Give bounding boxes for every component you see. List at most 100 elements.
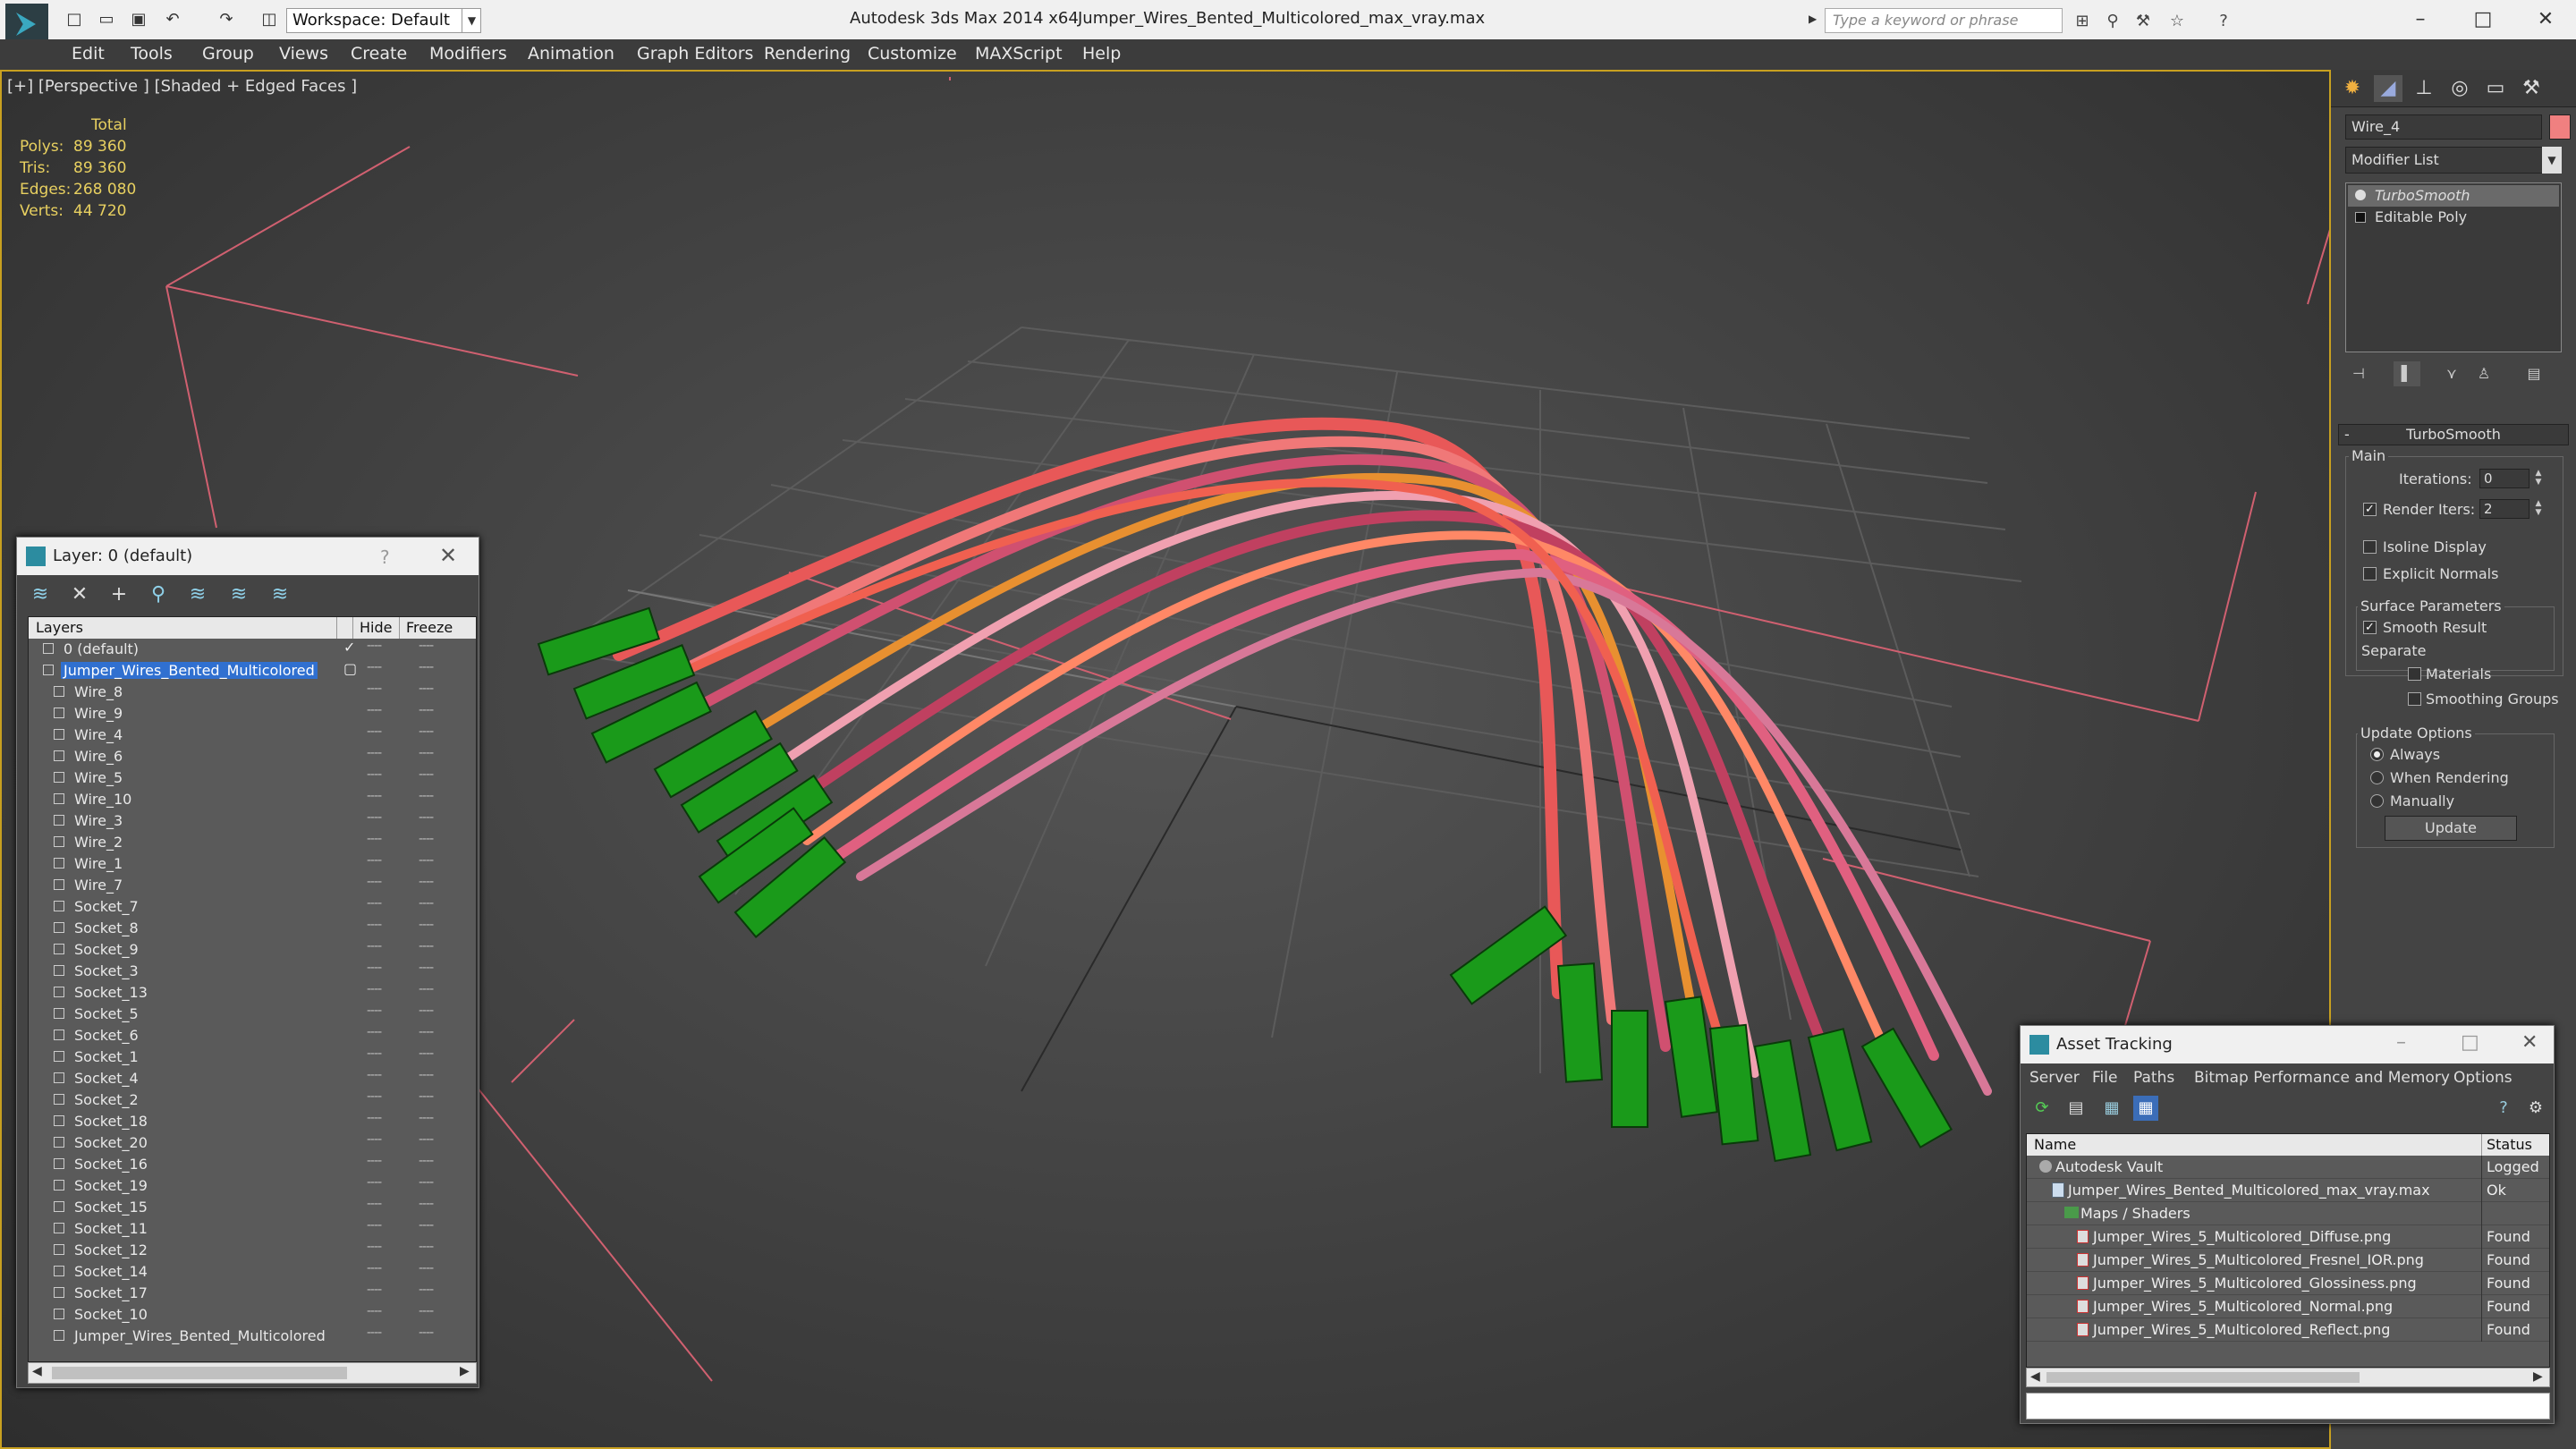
asset-row[interactable]: Jumper_Wires_5_Multicolored_Fresnel_IOR.… <box>2027 1249 2549 1272</box>
column-hide[interactable]: Hide <box>360 619 392 636</box>
hide-toggle-icon[interactable]: ---- <box>367 1218 382 1233</box>
freeze-toggle-icon[interactable]: ---- <box>419 1175 434 1190</box>
asset-row[interactable]: Jumper_Wires_Bented_Multicolored_max_vra… <box>2027 1179 2549 1202</box>
help-icon[interactable]: ? <box>2491 1096 2516 1121</box>
chevron-down-icon[interactable]: ▼ <box>462 8 481 33</box>
stack-item-turbosmooth[interactable]: TurboSmooth <box>2348 185 2559 207</box>
hide-toggle-icon[interactable]: ---- <box>367 746 382 760</box>
display-tab-icon[interactable]: ▭ <box>2481 75 2510 102</box>
undo-icon[interactable]: ↶ <box>161 9 184 30</box>
spinner-arrows-icon[interactable]: ▲ ▼ <box>2533 469 2544 488</box>
column-layers[interactable]: Layers <box>36 619 83 636</box>
materials-checkbox[interactable] <box>2408 667 2421 681</box>
layer-row[interactable]: Socket_16 ---- ---- <box>29 1154 476 1175</box>
close-icon[interactable]: ✕ <box>2521 1031 2538 1054</box>
layer-row[interactable]: Socket_19 ---- ---- <box>29 1175 476 1197</box>
help-icon[interactable]: ? <box>380 547 390 568</box>
freeze-toggle-icon[interactable]: ---- <box>419 703 434 717</box>
hide-toggle-icon[interactable]: ---- <box>367 1261 382 1275</box>
menu-graph-editors[interactable]: Graph Editors <box>637 44 753 64</box>
highlight-layer-icon[interactable]: ≋ <box>183 580 212 609</box>
thumbnail-view-icon[interactable]: ▦ <box>2099 1096 2124 1121</box>
hide-toggle-icon[interactable]: ---- <box>367 1089 382 1104</box>
remove-modifier-icon[interactable]: ♙ <box>2470 361 2497 386</box>
create-tab-icon[interactable]: ✹ <box>2338 75 2367 102</box>
refresh-icon[interactable]: ⟳ <box>2029 1096 2055 1121</box>
asset-row[interactable]: Autodesk Vault Logged <box>2027 1156 2549 1179</box>
hide-toggle-icon[interactable]: ---- <box>367 1197 382 1211</box>
menu-maxscript[interactable]: MAXScript <box>975 44 1063 64</box>
always-radio[interactable] <box>2370 748 2384 761</box>
hierarchy-tab-icon[interactable]: ⊥ <box>2410 75 2438 102</box>
close-icon[interactable]: ✕ <box>439 543 457 568</box>
object-name-field[interactable]: Wire_4 <box>2345 114 2542 140</box>
freeze-toggle-icon[interactable]: ---- <box>419 1089 434 1104</box>
freeze-toggle-icon[interactable]: ---- <box>419 1326 434 1340</box>
horizontal-scrollbar[interactable]: ◀ ▶ <box>2026 1368 2550 1387</box>
hide-toggle-icon[interactable]: ---- <box>367 810 382 825</box>
layer-row[interactable]: Wire_3 ---- ---- <box>29 810 476 832</box>
asset-menu-options[interactable]: Options <box>2453 1069 2512 1087</box>
menu-create[interactable]: Create <box>351 44 407 64</box>
freeze-toggle-icon[interactable]: ---- <box>419 1261 434 1275</box>
minimize-icon[interactable]: – <box>2402 5 2438 34</box>
hide-toggle-icon[interactable]: ---- <box>367 1068 382 1082</box>
viewport-label[interactable]: [+] [Perspective ] [Shaded + Edged Faces… <box>7 77 357 96</box>
freeze-toggle-icon[interactable]: ---- <box>419 939 434 953</box>
explicit-normals-checkbox[interactable] <box>2363 567 2377 580</box>
layer-row[interactable]: Socket_12 ---- ---- <box>29 1240 476 1261</box>
layer-row[interactable]: Socket_20 ---- ---- <box>29 1132 476 1154</box>
delete-layer-icon[interactable]: ✕ <box>65 580 94 609</box>
asset-row[interactable]: Maps / Shaders <box>2027 1202 2549 1225</box>
layer-row[interactable]: Socket_14 ---- ---- <box>29 1261 476 1283</box>
freeze-toggle-icon[interactable]: ---- <box>419 1132 434 1147</box>
layer-row[interactable]: Socket_15 ---- ---- <box>29 1197 476 1218</box>
layer-dialog-titlebar[interactable]: Layer: 0 (default) ? ✕ <box>17 538 479 575</box>
smoothing-groups-checkbox[interactable] <box>2408 692 2421 706</box>
menu-help[interactable]: Help <box>1082 44 1121 64</box>
hide-toggle-icon[interactable]: ---- <box>367 896 382 911</box>
scroll-left-icon[interactable]: ◀ <box>2030 1369 2040 1384</box>
isoline-display-checkbox[interactable] <box>2363 540 2377 554</box>
layer-row[interactable]: Wire_4 ---- ---- <box>29 724 476 746</box>
when-rendering-radio[interactable] <box>2370 771 2384 784</box>
binoculars-icon[interactable]: ⊞ <box>2072 11 2093 32</box>
layer-row[interactable]: Socket_8 ---- ---- <box>29 918 476 939</box>
scroll-right-icon[interactable]: ▶ <box>2533 1369 2543 1384</box>
subscription-icon[interactable]: ⚲ <box>2102 11 2123 32</box>
layer-row[interactable]: Socket_9 ---- ---- <box>29 939 476 961</box>
new-file-icon[interactable]: □ <box>63 9 86 30</box>
menu-edit[interactable]: Edit <box>72 44 105 64</box>
freeze-toggle-icon[interactable]: ---- <box>419 896 434 911</box>
communication-icon[interactable]: ⚒ <box>2132 11 2154 32</box>
freeze-toggle-icon[interactable]: ---- <box>419 1218 434 1233</box>
help-icon[interactable]: ? <box>2213 11 2234 32</box>
chevron-down-icon[interactable]: ▼ <box>2542 147 2562 174</box>
hide-toggle-icon[interactable]: ---- <box>367 1240 382 1254</box>
layer-row[interactable]: Socket_6 ---- ---- <box>29 1025 476 1046</box>
freeze-toggle-icon[interactable]: ---- <box>419 1068 434 1082</box>
horizontal-scrollbar[interactable]: ◀ ▶ <box>28 1362 477 1384</box>
utilities-tab-icon[interactable]: ⚒ <box>2517 75 2546 102</box>
freeze-toggle-icon[interactable]: ---- <box>419 1240 434 1254</box>
freeze-toggle-icon[interactable]: ---- <box>419 660 434 674</box>
asset-menu-server[interactable]: Server <box>2029 1069 2080 1087</box>
layer-row[interactable]: Socket_4 ---- ---- <box>29 1068 476 1089</box>
iterations-spinner[interactable]: 0 <box>2479 469 2529 488</box>
asset-row[interactable]: Jumper_Wires_5_Multicolored_Reflect.png F… <box>2027 1318 2549 1342</box>
freeze-toggle-icon[interactable]: ---- <box>419 1004 434 1018</box>
freeze-toggle-icon[interactable]: ---- <box>419 982 434 996</box>
save-icon[interactable]: ▣ <box>127 9 150 30</box>
scrollbar-thumb[interactable] <box>52 1367 347 1379</box>
hide-toggle-icon[interactable]: ---- <box>367 982 382 996</box>
layer-row[interactable]: Socket_10 ---- ---- <box>29 1304 476 1326</box>
maximize-icon[interactable]: □ <box>2461 1031 2479 1054</box>
menu-views[interactable]: Views <box>279 44 328 64</box>
hide-toggle-icon[interactable]: ---- <box>367 1283 382 1297</box>
stack-item-editable-poly[interactable]: Editable Poly <box>2348 207 2559 228</box>
manually-radio[interactable] <box>2370 794 2384 808</box>
freeze-toggle-icon[interactable]: ---- <box>419 1046 434 1061</box>
table-view-icon[interactable]: ▦ <box>2133 1096 2158 1121</box>
layer-row[interactable]: Wire_8 ---- ---- <box>29 682 476 703</box>
hide-toggle-icon[interactable]: ---- <box>367 1304 382 1318</box>
